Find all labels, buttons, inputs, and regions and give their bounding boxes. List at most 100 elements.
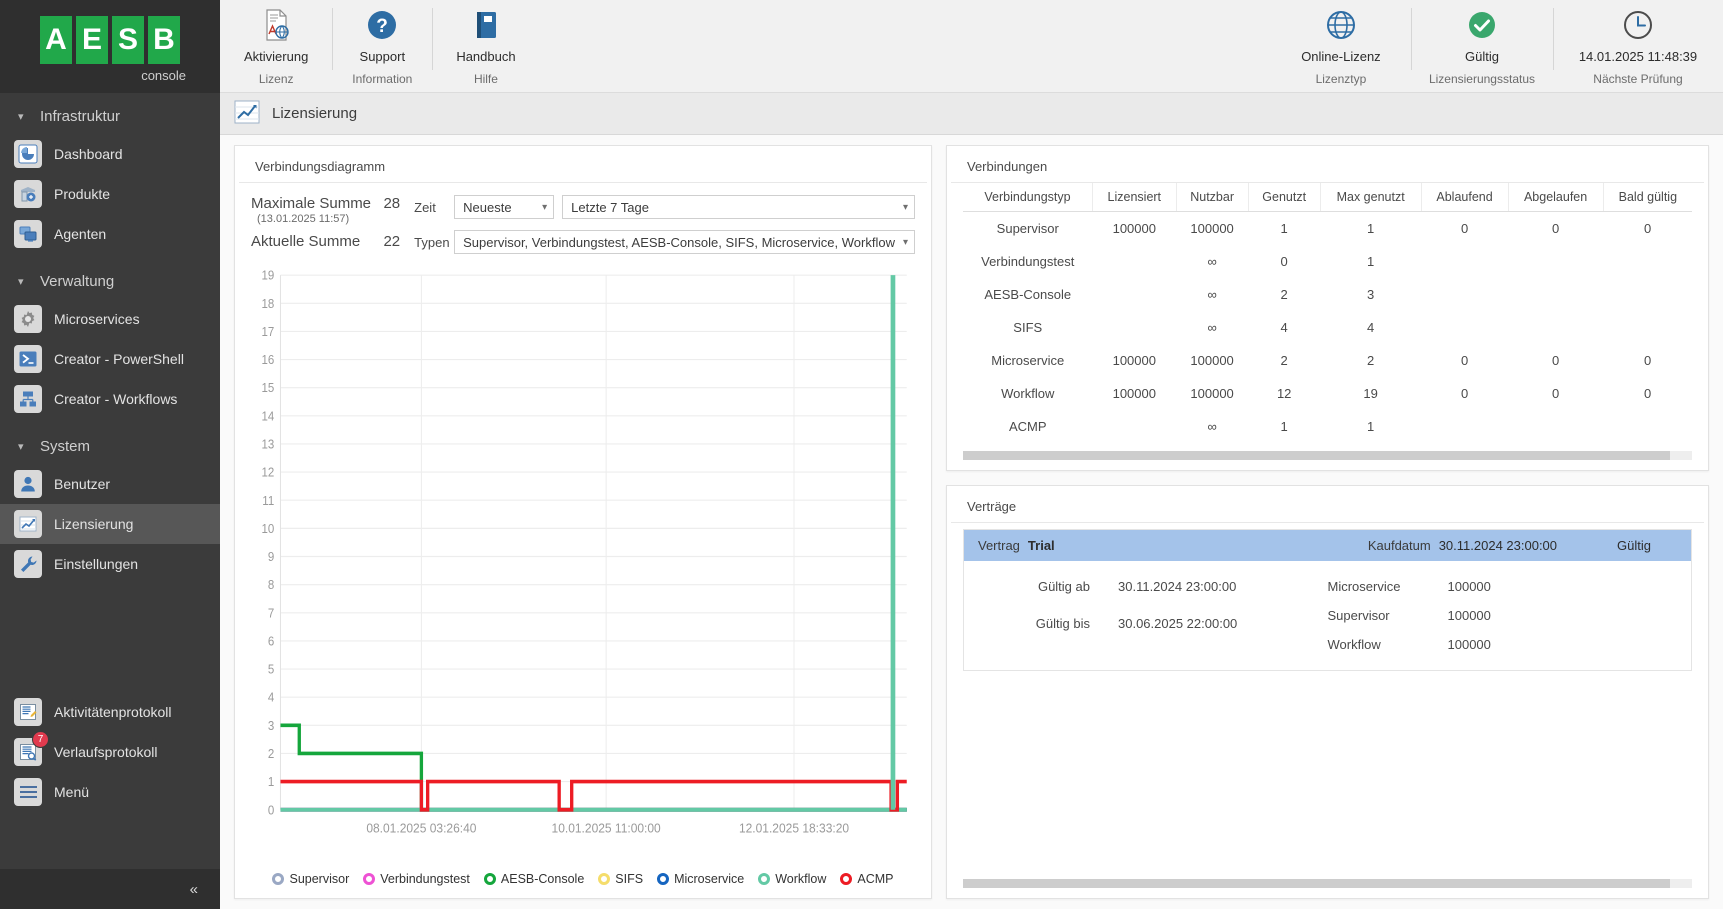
table-column-header[interactable]: Bald gültig	[1603, 183, 1692, 212]
main-area: Aktivierung Lizenz ? Support Information	[220, 0, 1723, 909]
legend-color-dot	[657, 873, 669, 885]
status-lizensierungsstatus: Gültig Lizensierungsstatus	[1411, 0, 1553, 92]
table-cell: 4	[1320, 311, 1421, 344]
table-column-header[interactable]: Genutzt	[1248, 183, 1320, 212]
sidebar-item-label: Produkte	[54, 186, 110, 202]
verbindungen-title: Verbindungen	[951, 146, 1704, 183]
legend-color-dot	[484, 873, 496, 885]
quota-value: 100000	[1448, 579, 1491, 594]
legend-item-workflow[interactable]: Workflow	[758, 872, 826, 886]
legend-item-acmp[interactable]: ACMP	[840, 872, 893, 886]
sidebar-group-verwaltung[interactable]: ▾ Verwaltung	[0, 264, 220, 299]
table-cell: 0	[1603, 377, 1692, 410]
max-sum-label: Maximale Summe	[251, 195, 383, 212]
lizensierungsstatus-value-block: Gültig	[1459, 6, 1505, 66]
table-row[interactable]: Supervisor10000010000011000	[963, 212, 1692, 246]
vertraege-hscrollbar[interactable]	[963, 879, 1692, 888]
sidebar-group-system[interactable]: ▾ System	[0, 429, 220, 464]
y-axis-label: 10	[261, 521, 274, 536]
table-row[interactable]: ACMP∞11	[963, 410, 1692, 443]
table-cell: 100000	[1176, 344, 1248, 377]
typen-select[interactable]: Supervisor, Verbindungstest, AESB-Consol…	[454, 230, 915, 254]
notification-badge: 7	[32, 731, 49, 748]
sidebar-item-creator-workflows[interactable]: Creator - Workflows	[0, 379, 220, 419]
sidebar-item-produkte[interactable]: Produkte	[0, 174, 220, 214]
scrollbar-thumb[interactable]	[963, 879, 1670, 888]
table-row[interactable]: AESB-Console∞23	[963, 278, 1692, 311]
contract-item[interactable]: Vertrag Trial Kaufdatum 30.11.2024 23:00…	[963, 529, 1692, 671]
typen-select-value: Supervisor, Verbindungstest, AESB-Consol…	[463, 235, 895, 250]
aktivierung-button[interactable]: Aktivierung	[238, 6, 314, 66]
verbindungen-hscrollbar[interactable]	[963, 451, 1692, 460]
valid-from-value: 30.11.2024 23:00:00	[1118, 579, 1236, 594]
sidebar-item-agenten[interactable]: Agenten	[0, 214, 220, 254]
current-sum-label: Aktuelle Summe	[251, 233, 383, 250]
user-icon	[14, 470, 42, 498]
table-cell: 1	[1320, 245, 1421, 278]
y-axis-label: 19	[261, 268, 274, 283]
sidebar-group-label: System	[40, 438, 90, 455]
handbuch-button[interactable]: Handbuch	[450, 6, 521, 66]
table-cell	[1421, 311, 1508, 344]
naechste-pruefung-value-block: 14.01.2025 11:48:39	[1573, 6, 1703, 66]
legend-item-supervisor[interactable]: Supervisor	[272, 872, 349, 886]
sidebar-item-label: Aktivitätenprotokoll	[54, 704, 172, 720]
contract-status-badge: Gültig	[1617, 538, 1651, 553]
range-select[interactable]: Letzte 7 Tage ▾	[562, 195, 915, 219]
sidebar-item-verlaufsprotokoll[interactable]: 7 Verlaufsprotokoll	[0, 732, 220, 772]
table-cell	[1093, 245, 1177, 278]
support-button[interactable]: ? Support	[354, 6, 412, 66]
table-row[interactable]: SIFS∞44	[963, 311, 1692, 344]
brand-letter-s: S	[112, 16, 144, 64]
scrollbar-thumb[interactable]	[963, 451, 1670, 460]
chart-column: Verbindungsdiagramm Maximale Summe 28 (1…	[234, 145, 932, 899]
x-axis-label: 12.01.2025 18:33:20	[739, 821, 849, 836]
sidebar-group-infrastruktur[interactable]: ▾ Infrastruktur	[0, 99, 220, 134]
sidebar-collapse-button[interactable]: «	[0, 869, 220, 909]
purchase-date-value: 30.11.2024 23:00:00	[1439, 538, 1557, 553]
y-axis-label: 7	[268, 606, 275, 621]
table-column-header[interactable]: Nutzbar	[1176, 183, 1248, 212]
zeit-select[interactable]: Neueste ▾	[454, 195, 554, 219]
sidebar-item-label: Einstellungen	[54, 556, 138, 572]
sidebar-item-microservices[interactable]: Microservices	[0, 299, 220, 339]
contract-header: Vertrag Trial Kaufdatum 30.11.2024 23:00…	[964, 530, 1691, 561]
brand-subtitle: console	[141, 68, 186, 83]
collapse-chevron-icon: «	[190, 881, 198, 898]
legend-item-aesb-console[interactable]: AESB-Console	[484, 872, 584, 886]
table-column-header[interactable]: Lizensiert	[1093, 183, 1177, 212]
table-cell	[1603, 410, 1692, 443]
table-cell	[1093, 410, 1177, 443]
table-column-header[interactable]: Ablaufend	[1421, 183, 1508, 212]
sidebar-item-aktivitaetenprotokoll[interactable]: Aktivitätenprotokoll	[0, 692, 220, 732]
table-column-header[interactable]: Max genutzt	[1320, 183, 1421, 212]
status-naechste-pruefung: 14.01.2025 11:48:39 Nächste Prüfung	[1553, 0, 1723, 92]
connection-chart[interactable]: 01234567891011121314151617181908.01.2025…	[235, 260, 931, 866]
sidebar-item-lizensierung[interactable]: Lizensierung	[0, 504, 220, 544]
sidebar-item-label: Benutzer	[54, 476, 110, 492]
history-log-icon: 7	[14, 738, 42, 766]
table-row[interactable]: Workflow1000001000001219000	[963, 377, 1692, 410]
legend-item-microservice[interactable]: Microservice	[657, 872, 744, 886]
table-row[interactable]: Microservice10000010000022000	[963, 344, 1692, 377]
legend-item-verbindungstest[interactable]: Verbindungstest	[363, 872, 470, 886]
table-column-header[interactable]: Abgelaufen	[1508, 183, 1603, 212]
ribbon-group-label: Lizenz	[259, 72, 294, 87]
table-row[interactable]: Verbindungstest∞01	[963, 245, 1692, 278]
lizenztyp-caption: Lizenztyp	[1316, 72, 1367, 87]
table-cell: SIFS	[963, 311, 1093, 344]
sidebar-item-creator-powershell[interactable]: Creator - PowerShell	[0, 339, 220, 379]
y-axis-label: 6	[268, 634, 275, 649]
sidebar-item-menu[interactable]: Menü	[0, 772, 220, 812]
naechste-pruefung-value: 14.01.2025 11:48:39	[1579, 49, 1697, 64]
quota-row: Supervisor100000	[1328, 608, 1678, 623]
legend-label: Microservice	[674, 872, 744, 886]
sidebar-item-einstellungen[interactable]: Einstellungen	[0, 544, 220, 584]
legend-item-sifs[interactable]: SIFS	[598, 872, 643, 886]
sidebar-item-benutzer[interactable]: Benutzer	[0, 464, 220, 504]
sidebar-item-dashboard[interactable]: Dashboard	[0, 134, 220, 174]
y-axis-label: 16	[261, 353, 274, 368]
table-cell: 100000	[1093, 212, 1177, 246]
check-circle-icon	[1465, 8, 1499, 45]
table-column-header[interactable]: Verbindungstyp	[963, 183, 1093, 212]
